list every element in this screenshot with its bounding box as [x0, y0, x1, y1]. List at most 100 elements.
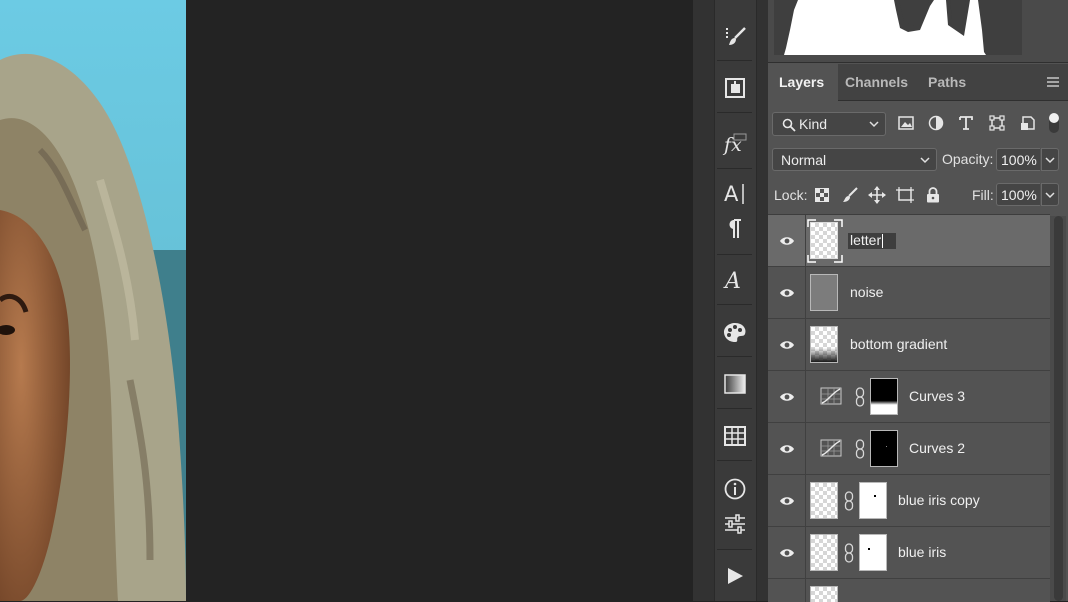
scrollbar-thumb[interactable] — [1054, 216, 1063, 601]
visibility-toggle[interactable] — [768, 215, 806, 266]
search-icon — [782, 118, 796, 132]
eye-icon — [779, 548, 794, 557]
patterns-icon[interactable] — [714, 418, 755, 454]
eye-icon — [779, 392, 794, 401]
visibility-toggle[interactable] — [768, 319, 806, 370]
layer-row-curves-2[interactable]: Curves 2 — [768, 423, 1050, 475]
panel-menu-icon[interactable] — [1046, 76, 1060, 88]
layer-name[interactable]: blue iris copy — [898, 475, 980, 526]
canvas-pasteboard[interactable] — [186, 0, 693, 601]
chain-link-icon[interactable] — [855, 387, 865, 407]
layer-name[interactable]: Curves 3 — [909, 371, 965, 422]
eye-icon — [779, 288, 794, 297]
fill-input[interactable]: 100% — [996, 183, 1040, 206]
blend-mode-value: Normal — [781, 152, 827, 168]
layers-panel-tabs: Layers Channels Paths — [768, 64, 1068, 101]
lock-position-icon[interactable] — [868, 186, 886, 204]
svg-text:A: A — [723, 269, 741, 293]
layer-row-bottom-gradient[interactable]: bottom gradient — [768, 319, 1050, 371]
kind-filter-select[interactable]: Kind — [772, 112, 886, 136]
svg-text:fx: fx — [722, 134, 742, 156]
visibility-toggle[interactable] — [768, 579, 806, 602]
layer-row-blue-iris-copy[interactable]: blue iris copy — [768, 475, 1050, 527]
layer-row-letter[interactable]: letter — [768, 215, 1050, 267]
histogram-icon — [784, 0, 986, 55]
eye-icon — [779, 496, 794, 505]
chain-link-icon[interactable] — [855, 439, 865, 459]
layer-name[interactable]: bottom gradient — [850, 319, 947, 370]
tab-paths[interactable]: Paths — [917, 64, 977, 100]
clone-source-icon[interactable] — [714, 70, 755, 106]
layer-name[interactable]: noise — [850, 267, 883, 318]
layer-row-partial[interactable] — [768, 579, 1050, 602]
opacity-label: Opacity: — [942, 151, 994, 167]
character-icon[interactable]: A — [714, 175, 755, 211]
glyphs-icon[interactable]: A — [714, 262, 755, 298]
layer-row-blue-iris[interactable]: blue iris — [768, 527, 1050, 579]
lock-image-pixels-icon[interactable] — [841, 186, 859, 204]
layer-mask-thumbnail[interactable] — [859, 482, 887, 519]
eye-icon — [779, 340, 794, 349]
selection-bracket-icon — [807, 219, 843, 263]
canvas-photo[interactable] — [0, 0, 186, 601]
brush-presets-icon[interactable] — [714, 19, 755, 55]
visibility-toggle[interactable] — [768, 475, 806, 526]
curves-adjustment-icon — [820, 439, 842, 457]
layer-list-scrollbar[interactable] — [1050, 216, 1066, 601]
lock-label: Lock: — [774, 187, 808, 203]
visibility-toggle[interactable] — [768, 423, 806, 474]
layer-row-curves-3[interactable]: Curves 3 — [768, 371, 1050, 423]
fx-styles-icon[interactable]: fx — [714, 126, 755, 162]
kind-filter-label: Kind — [799, 116, 828, 132]
adjustments-icon[interactable] — [714, 506, 755, 542]
fill-label: Fill: — [972, 187, 994, 203]
visibility-toggle[interactable] — [768, 527, 806, 578]
chevron-down-icon — [920, 157, 930, 164]
opacity-dropdown[interactable] — [1041, 148, 1059, 171]
right-panel: Layers Channels Paths Kind Normal Opacit… — [768, 0, 1068, 602]
chevron-down-icon — [1045, 157, 1055, 164]
layer-thumbnail — [810, 274, 838, 311]
info-icon[interactable] — [714, 471, 755, 507]
smart-object-filter-icon[interactable] — [1018, 113, 1038, 133]
adjustment-filter-icon[interactable] — [926, 113, 946, 133]
layer-mask-thumbnail[interactable] — [870, 430, 898, 467]
layer-row-noise[interactable]: noise — [768, 267, 1050, 319]
gradients-icon[interactable] — [714, 366, 755, 402]
swatches-icon[interactable] — [714, 314, 755, 350]
lock-transparent-pixels-icon[interactable] — [813, 186, 831, 204]
visibility-toggle[interactable] — [768, 371, 806, 422]
layer-mask-thumbnail[interactable] — [859, 534, 887, 571]
layer-name[interactable]: letter — [850, 215, 881, 266]
layer-list: letter noise bottom gradient Curves 3 Cu… — [768, 214, 1050, 602]
layer-thumbnail — [810, 482, 838, 519]
layer-thumbnail — [810, 534, 838, 571]
lock-all-icon[interactable] — [924, 186, 942, 204]
layer-thumbnail — [810, 326, 838, 363]
paragraph-icon[interactable] — [714, 211, 755, 247]
image-filter-icon[interactable] — [896, 113, 916, 133]
tab-channels[interactable]: Channels — [834, 64, 919, 100]
chain-link-icon[interactable] — [844, 491, 854, 511]
text-cursor — [882, 234, 883, 248]
layer-thumbnail — [810, 586, 838, 602]
panel-icon-strip: fx A A — [693, 0, 768, 601]
visibility-toggle[interactable] — [768, 267, 806, 318]
lock-artboard-icon[interactable] — [896, 186, 914, 204]
opacity-input[interactable]: 100% — [996, 148, 1040, 171]
svg-text:A: A — [724, 182, 739, 206]
layer-name[interactable]: Curves 2 — [909, 423, 965, 474]
blend-mode-select[interactable]: Normal — [772, 148, 937, 171]
shape-filter-icon[interactable] — [987, 113, 1007, 133]
layer-name[interactable]: blue iris — [898, 527, 946, 578]
chain-link-icon[interactable] — [844, 543, 854, 563]
eye-icon — [779, 236, 794, 245]
histogram-graph — [774, 0, 1022, 55]
tab-layers[interactable]: Layers — [768, 64, 838, 101]
curves-adjustment-icon — [820, 387, 842, 405]
type-filter-icon[interactable] — [956, 113, 976, 133]
filter-toggle-icon[interactable] — [1046, 113, 1062, 133]
fill-dropdown[interactable] — [1041, 183, 1059, 206]
actions-play-icon[interactable] — [714, 558, 755, 594]
layer-mask-thumbnail[interactable] — [870, 378, 898, 415]
